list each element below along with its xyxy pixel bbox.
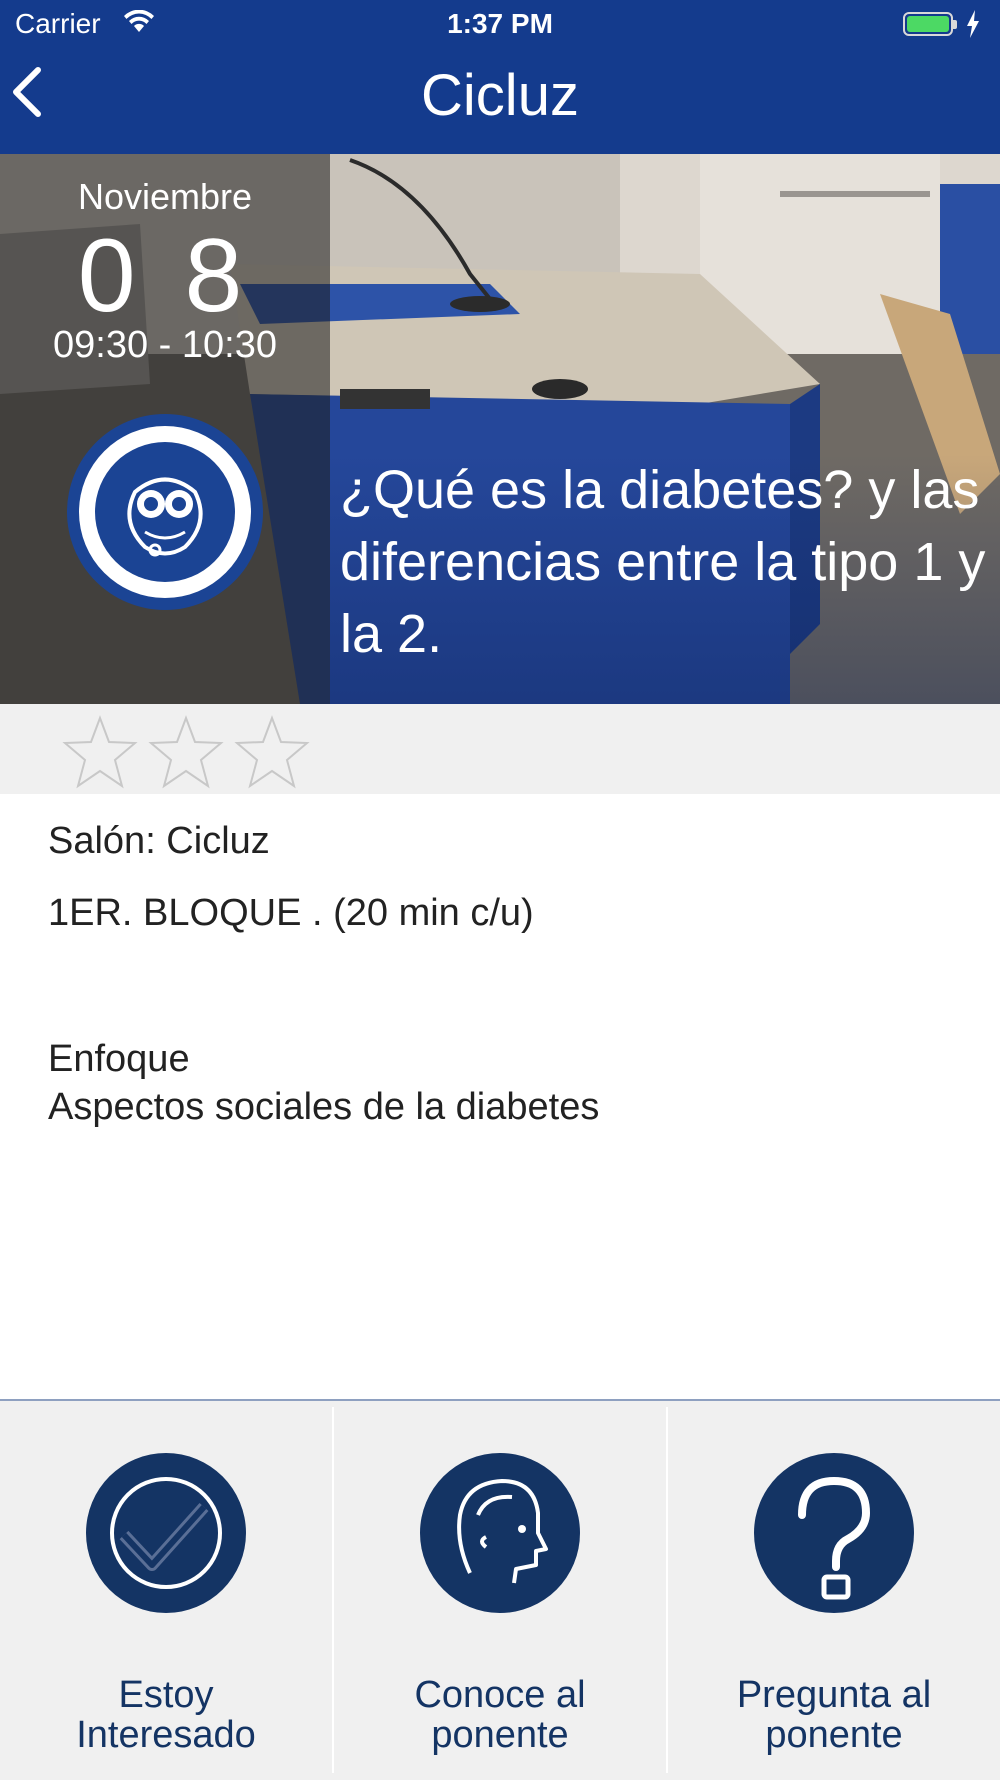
focus-heading: Enfoque [48, 1038, 190, 1080]
question-icon [798, 1476, 871, 1600]
room-label: Salón: Cicluz [48, 820, 270, 862]
status-time: 1:37 PM [447, 8, 553, 39]
star-3-icon[interactable] [234, 714, 310, 790]
action-bar: Estoy Interesado Conoce al ponente Pregu… [0, 1399, 1000, 1780]
charging-icon [967, 10, 979, 38]
interested-button[interactable]: Estoy Interesado [0, 1403, 332, 1780]
event-hero: Noviembre 0 8 09:30 - 10:30 ¿Qué es la d… [0, 154, 1000, 704]
event-title: ¿Qué es la diabetes? y las diferencias e… [340, 460, 986, 664]
meet-speaker-label: Conoce al ponente [414, 1674, 586, 1756]
mascot-icon [127, 477, 203, 557]
organizer-logo [67, 414, 263, 610]
ask-speaker-button[interactable]: Pregunta al ponente [668, 1403, 1000, 1780]
speaker-head-icon [457, 1479, 548, 1584]
block-label: 1ER. BLOQUE . (20 min c/u) [48, 892, 534, 934]
battery-icon [903, 12, 957, 36]
status-bar: Carrier 1:37 PM [0, 0, 1000, 50]
event-month: Noviembre [77, 176, 253, 217]
check-icon [110, 1477, 222, 1589]
star-1-icon[interactable] [62, 714, 138, 790]
date-panel: Noviembre 0 8 09:30 - 10:30 [0, 154, 330, 704]
navigation-bar: Carrier 1:37 PM Cicluz [0, 0, 1000, 154]
interested-label: Estoy Interesado [76, 1674, 256, 1756]
ask-speaker-label: Pregunta al ponente [736, 1674, 932, 1756]
focus-value: Aspectos sociales de la diabetes [48, 1086, 600, 1128]
event-day: 0 8 [77, 218, 253, 334]
star-2-icon[interactable] [148, 714, 224, 790]
meet-speaker-button[interactable]: Conoce al ponente [334, 1403, 666, 1780]
rating-bar [0, 704, 1000, 794]
page-title: Cicluz [421, 63, 579, 128]
event-hours: 09:30 - 10:30 [53, 324, 277, 366]
